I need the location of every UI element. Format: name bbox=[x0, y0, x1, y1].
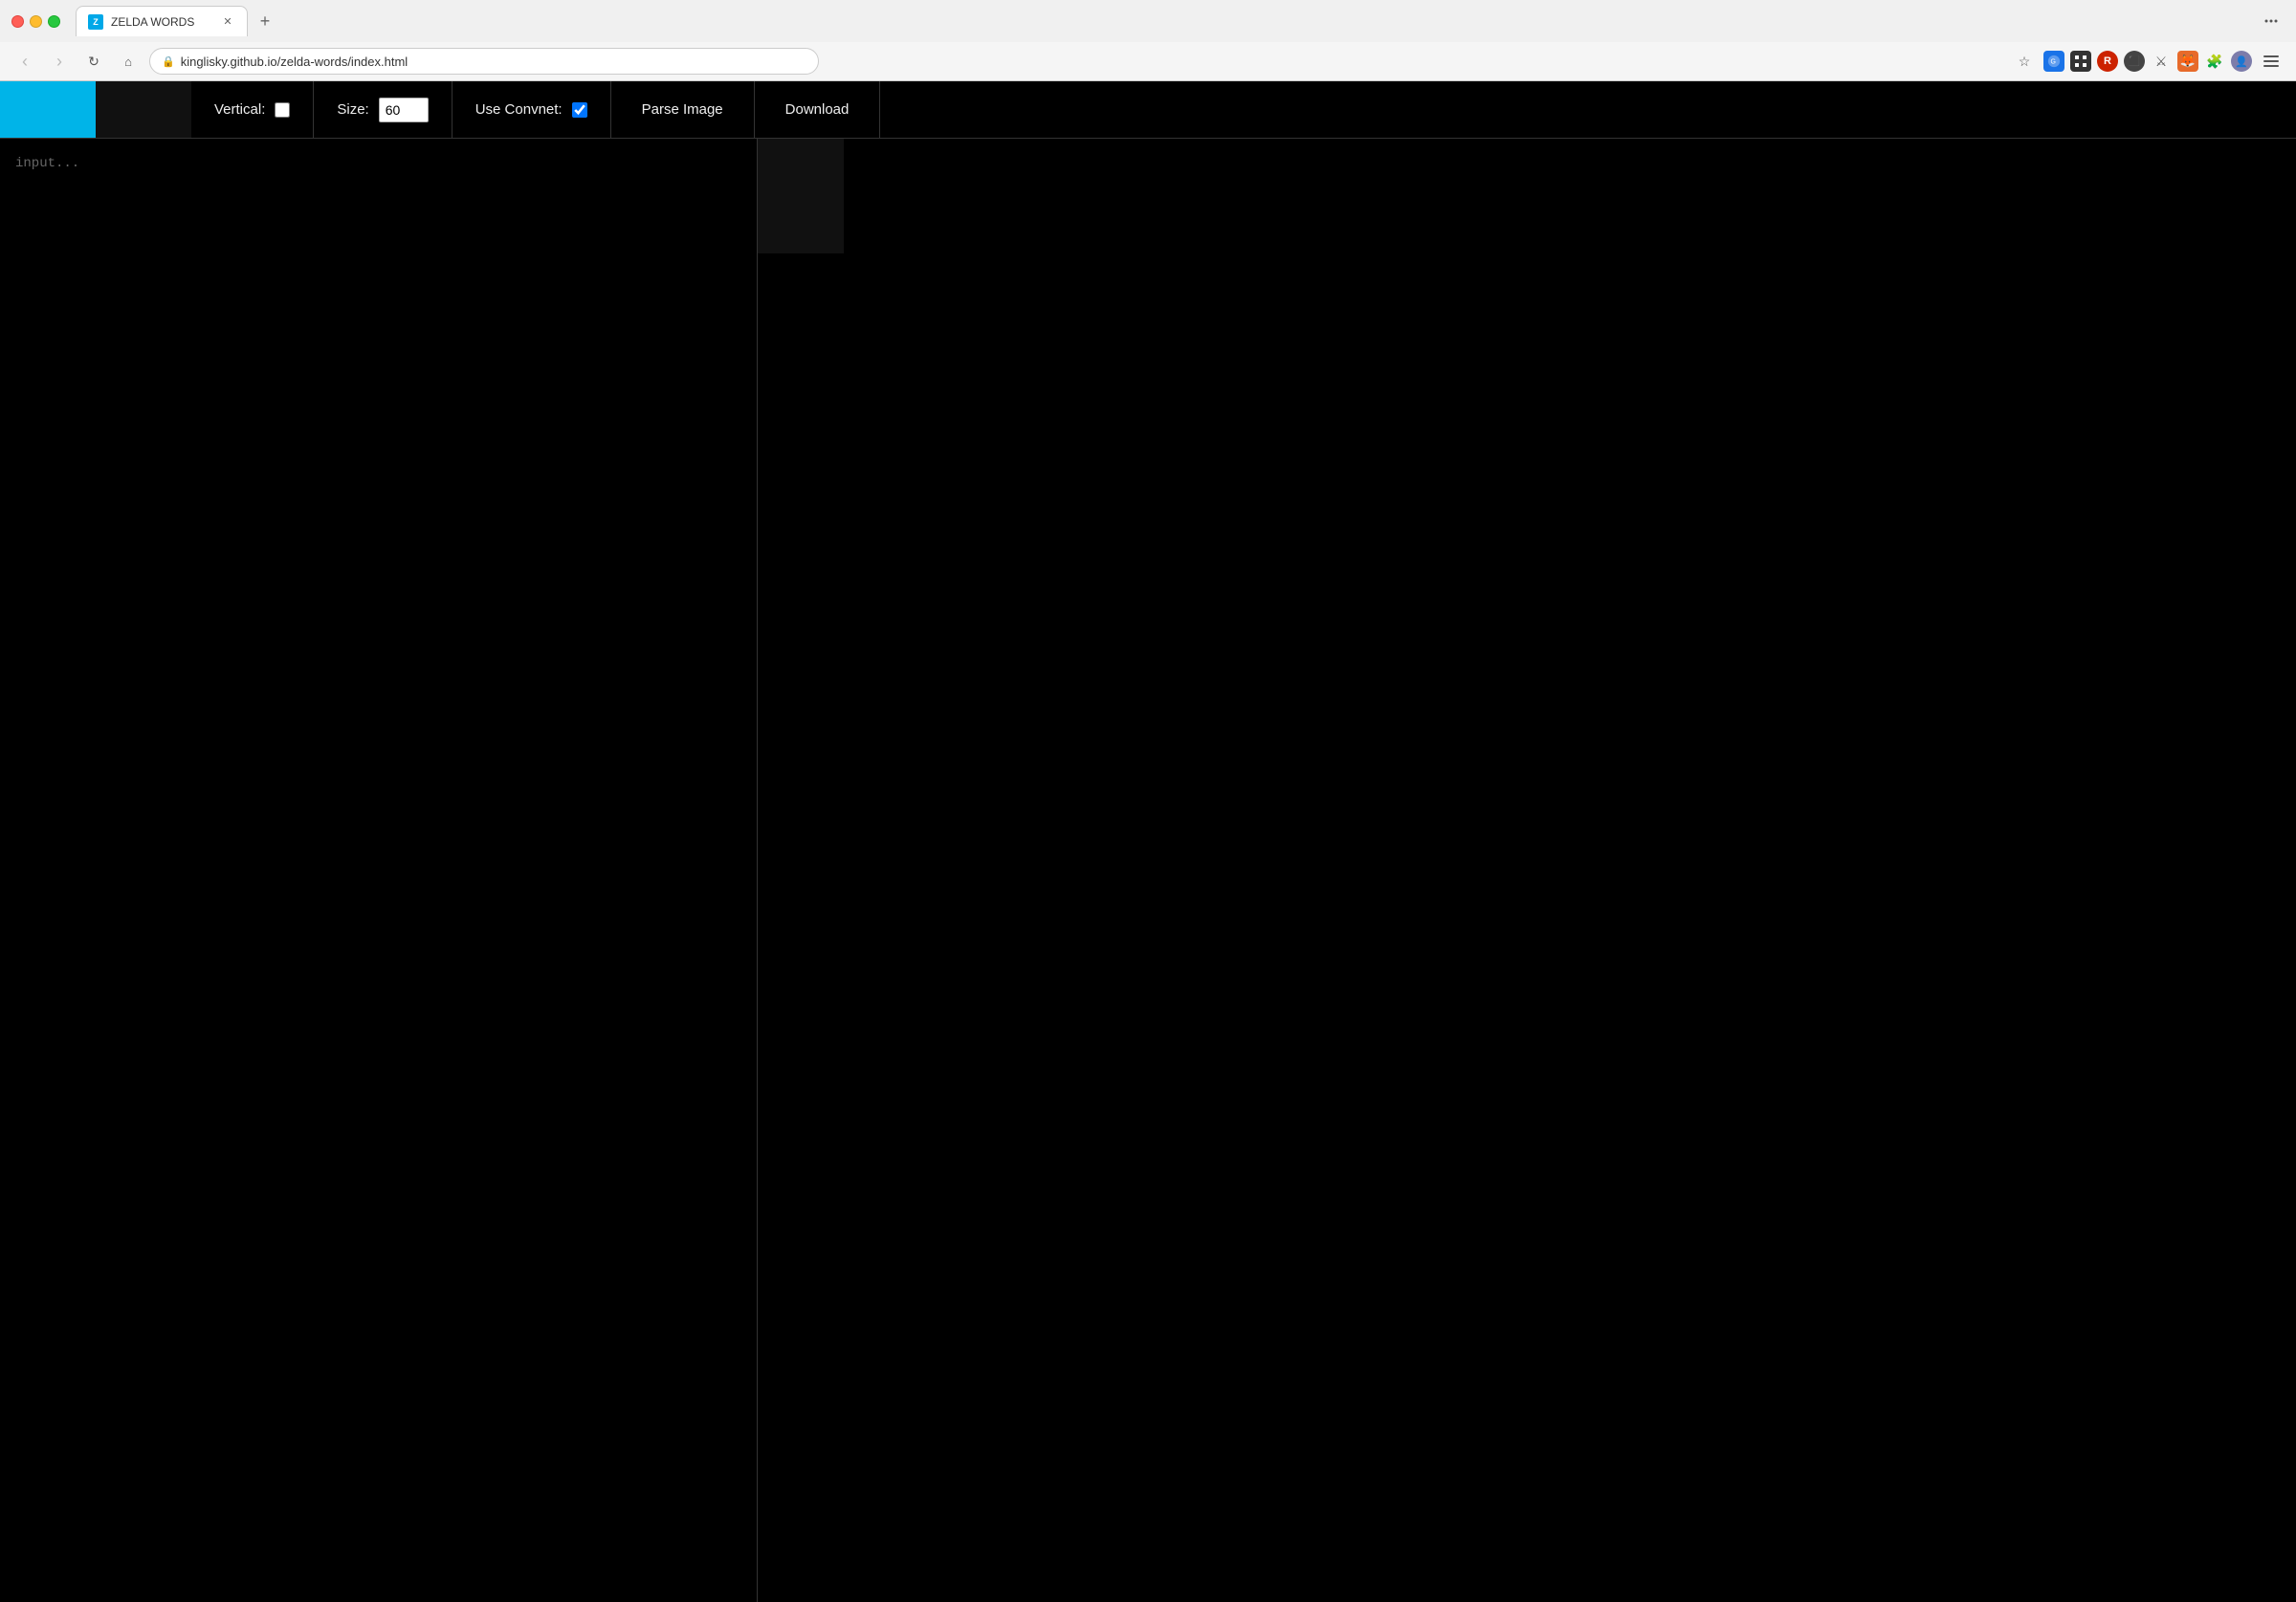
vertical-checkbox[interactable] bbox=[275, 102, 290, 118]
close-window-button[interactable] bbox=[11, 15, 24, 28]
home-button[interactable]: ⌂ bbox=[115, 48, 142, 75]
input-placeholder-text: input... bbox=[15, 156, 79, 171]
ext-icon-profile[interactable]: 👤 bbox=[2231, 51, 2252, 72]
size-label: Size: bbox=[337, 101, 368, 118]
size-section: Size: bbox=[314, 81, 452, 138]
input-panel: input... bbox=[0, 139, 758, 1602]
active-tab[interactable]: Z ZELDA WORDS ✕ bbox=[76, 6, 248, 36]
url-text: kinglisky.github.io/zelda-words/index.ht… bbox=[181, 55, 408, 69]
minimize-window-button[interactable] bbox=[30, 15, 42, 28]
forward-button[interactable]: › bbox=[46, 48, 73, 75]
main-content: input... bbox=[0, 139, 2296, 1602]
ext-icon-qr[interactable] bbox=[2070, 51, 2091, 72]
use-convnet-label: Use Convnet: bbox=[475, 101, 563, 118]
size-input[interactable] bbox=[379, 98, 429, 122]
title-bar: Z ZELDA WORDS ✕ + bbox=[0, 0, 2296, 42]
use-convnet-checkbox[interactable] bbox=[572, 102, 587, 118]
ext-icon-1[interactable]: G bbox=[2043, 51, 2064, 72]
browser-actions: ☆ G R ⬛ ⚔ 🦊 🧩 👤 bbox=[2011, 48, 2285, 75]
browser-menu-button[interactable] bbox=[2258, 8, 2285, 34]
ext-icon-fox[interactable]: 🦊 bbox=[2177, 51, 2198, 72]
maximize-window-button[interactable] bbox=[48, 15, 60, 28]
convnet-section: Use Convnet: bbox=[453, 81, 611, 138]
tab-bar: Z ZELDA WORDS ✕ + bbox=[76, 6, 2250, 36]
output-panel bbox=[758, 139, 2296, 1602]
new-tab-button[interactable]: + bbox=[252, 8, 278, 34]
address-bar-row: ‹ › ↻ ⌂ 🔒 kinglisky.github.io/zelda-word… bbox=[0, 42, 2296, 80]
back-button[interactable]: ‹ bbox=[11, 48, 38, 75]
ext-icon-puzzle[interactable]: 🧩 bbox=[2204, 51, 2225, 72]
tab-favicon: Z bbox=[88, 14, 103, 30]
vertical-label: Vertical: bbox=[214, 101, 265, 118]
ext-icon-sword[interactable]: ⚔ bbox=[2151, 51, 2172, 72]
vertical-section: Vertical: bbox=[191, 81, 314, 138]
traffic-lights bbox=[11, 15, 60, 28]
download-button[interactable]: Download bbox=[755, 81, 881, 138]
chrome-menu-button[interactable] bbox=[2258, 48, 2285, 75]
tab-title: ZELDA WORDS bbox=[111, 15, 212, 29]
parse-image-button[interactable]: Parse Image bbox=[611, 81, 755, 138]
tab-close-button[interactable]: ✕ bbox=[220, 14, 235, 30]
color-btn-black[interactable] bbox=[96, 81, 191, 138]
app-toolbar: Vertical: Size: Use Convnet: Parse Image… bbox=[0, 81, 2296, 139]
color-btn-blue[interactable] bbox=[0, 81, 96, 138]
address-bar[interactable]: 🔒 kinglisky.github.io/zelda-words/index.… bbox=[149, 48, 819, 75]
ext-icon-dark[interactable]: ⬛ bbox=[2124, 51, 2145, 72]
ext-icon-red[interactable]: R bbox=[2097, 51, 2118, 72]
svg-text:G: G bbox=[2051, 59, 2056, 66]
bookmark-button[interactable]: ☆ bbox=[2011, 48, 2038, 75]
canvas-preview bbox=[758, 139, 844, 253]
lock-icon: 🔒 bbox=[162, 55, 175, 68]
refresh-button[interactable]: ↻ bbox=[80, 48, 107, 75]
browser-chrome: Z ZELDA WORDS ✕ + ‹ › ↻ ⌂ bbox=[0, 0, 2296, 81]
